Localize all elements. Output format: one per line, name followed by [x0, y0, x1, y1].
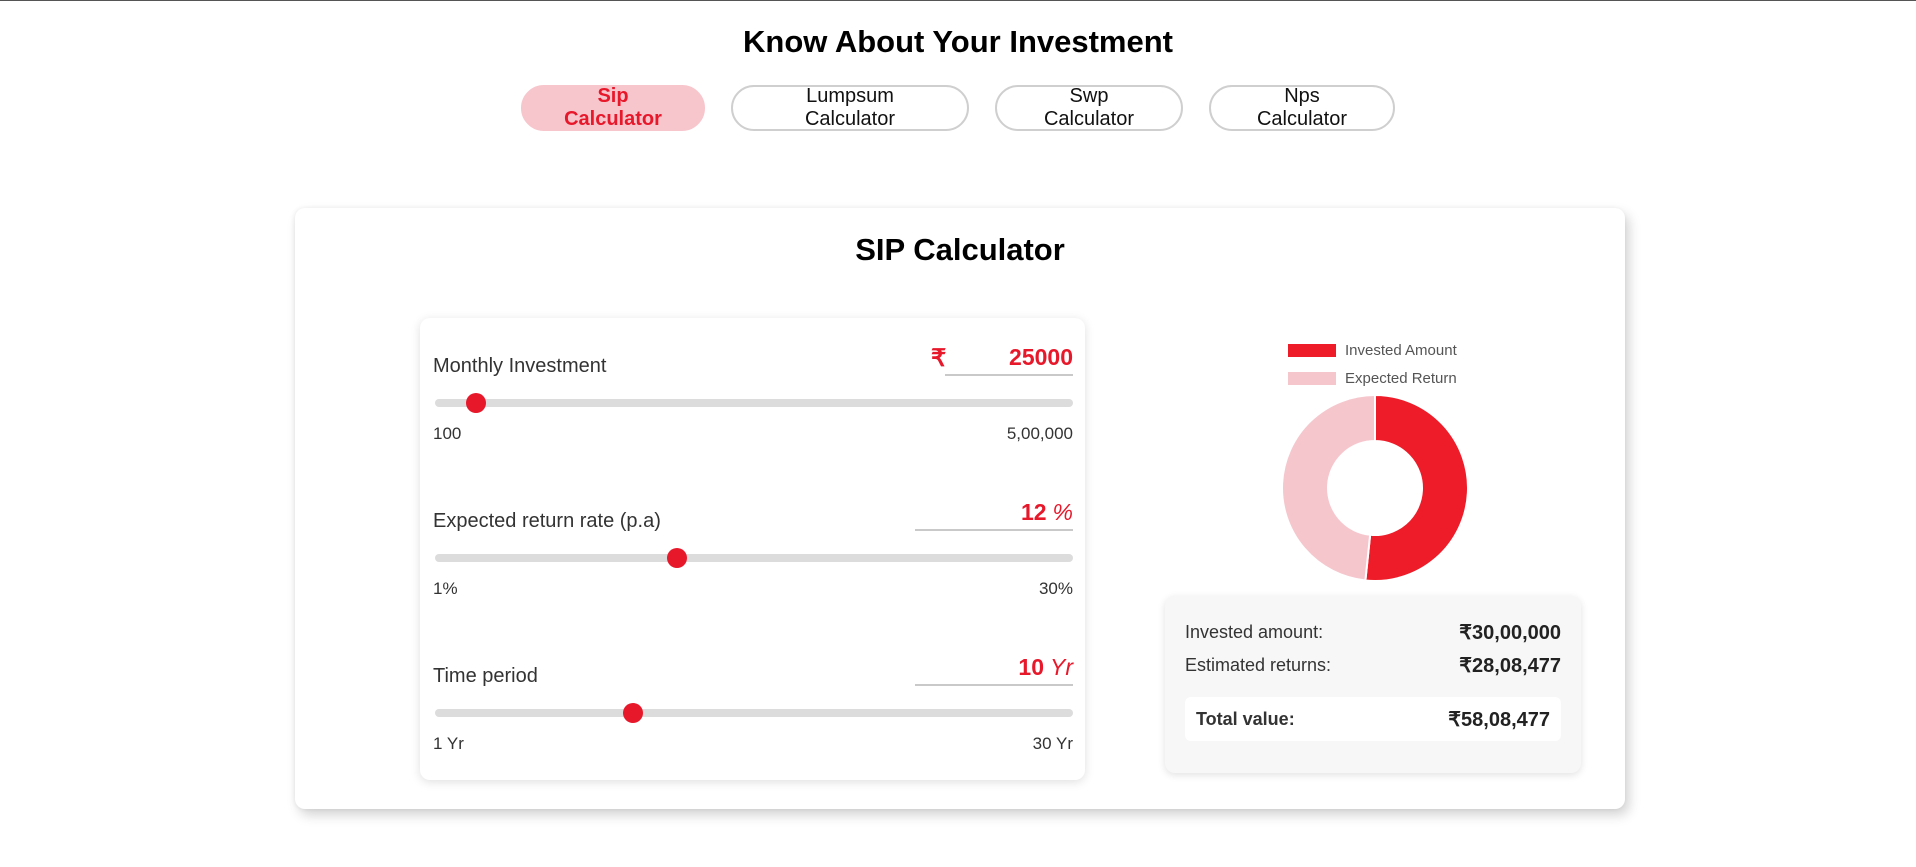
time-period-slider-thumb[interactable] — [623, 703, 643, 723]
invested-amount-value: ₹30,00,000 — [1459, 622, 1561, 644]
estimated-returns-value: ₹28,08,477 — [1459, 655, 1561, 677]
monthly-investment-min: 100 — [433, 424, 462, 443]
monthly-investment-value: 25000 — [1009, 343, 1073, 370]
inputs-panel: Monthly Investment ₹ 25000 100 5,00,000 … — [420, 318, 1085, 780]
monthly-investment-max: 5,00,000 — [1006, 424, 1073, 443]
returns-swatch — [1288, 371, 1336, 385]
total-value-row: Total value: ₹58,08,477 — [1185, 697, 1561, 741]
invested-amount-label: Invested amount: — [1185, 622, 1324, 642]
time-period-input[interactable]: 10 Yr — [915, 650, 1073, 686]
monthly-investment-slider[interactable] — [435, 393, 1073, 413]
legend-item-invested: Invested Amount — [1288, 336, 1457, 364]
return-rate-slider[interactable] — [435, 548, 1073, 568]
tab-nps-calculator[interactable]: Nps Calculator — [1209, 85, 1395, 131]
return-rate-slider-thumb[interactable] — [667, 548, 687, 568]
monthly-investment-label: Monthly Investment — [433, 355, 607, 377]
tab-swp-calculator[interactable]: Swp Calculator — [995, 85, 1183, 131]
tab-lumpsum-calculator[interactable]: Lumpsum Calculator — [731, 85, 969, 131]
invested-swatch — [1288, 343, 1336, 357]
time-period-max: 30 Yr — [1032, 734, 1073, 753]
summary-panel: Invested amount: ₹30,00,000 Estimated re… — [1165, 596, 1581, 773]
legend-returns-label: Expected Return — [1345, 369, 1457, 387]
donut-slice-invested — [1364, 393, 1469, 582]
monthly-investment-field: Monthly Investment ₹ 25000 100 5,00,000 — [433, 340, 1073, 468]
investment-donut-chart — [1281, 393, 1469, 582]
total-value-amount: ₹58,08,477 — [1448, 708, 1550, 731]
sip-calculator-card: SIP Calculator Monthly Investment ₹ 2500… — [295, 208, 1625, 809]
percent-suffix: % — [1052, 498, 1073, 525]
return-rate-value: 12 — [1020, 498, 1047, 525]
return-rate-field: Expected return rate (p.a) 12 % 1% 30% — [433, 495, 1073, 623]
calculator-tabs: Sip Calculator Lumpsum Calculator Swp Ca… — [0, 85, 1916, 131]
legend-invested-label: Invested Amount — [1345, 341, 1457, 359]
return-rate-max: 30% — [1038, 579, 1073, 598]
legend-item-returns: Expected Return — [1288, 364, 1457, 392]
return-rate-input[interactable]: 12 % — [915, 495, 1073, 531]
monthly-investment-input[interactable]: ₹ 25000 — [931, 340, 1073, 376]
return-rate-min: 1% — [433, 579, 458, 598]
estimated-returns-label: Estimated returns: — [1185, 655, 1332, 675]
donut-slice-returns — [1281, 393, 1376, 582]
return-rate-label: Expected return rate (p.a) — [433, 510, 661, 532]
time-period-min: 1 Yr — [433, 734, 464, 753]
total-value-label: Total value: — [1196, 708, 1295, 729]
years-suffix: Yr — [1050, 653, 1073, 680]
invested-amount-row: Invested amount: ₹30,00,000 — [1185, 620, 1561, 645]
time-period-value: 10 — [1018, 653, 1044, 680]
tab-sip-calculator[interactable]: Sip Calculator — [521, 85, 705, 131]
calculator-title: SIP Calculator — [855, 232, 1065, 267]
monthly-investment-slider-thumb[interactable] — [466, 393, 487, 413]
top-divider — [0, 0, 1916, 1]
page-title: Know About Your Investment — [743, 24, 1173, 59]
time-period-slider[interactable] — [435, 703, 1073, 723]
rupee-icon: ₹ — [931, 345, 947, 372]
chart-legend: Invested Amount Expected Return — [1288, 336, 1457, 392]
estimated-returns-row: Estimated returns: ₹28,08,477 — [1185, 653, 1561, 678]
time-period-label: Time period — [433, 665, 538, 687]
time-period-field: Time period 10 Yr 1 Yr 30 Yr — [433, 650, 1073, 778]
